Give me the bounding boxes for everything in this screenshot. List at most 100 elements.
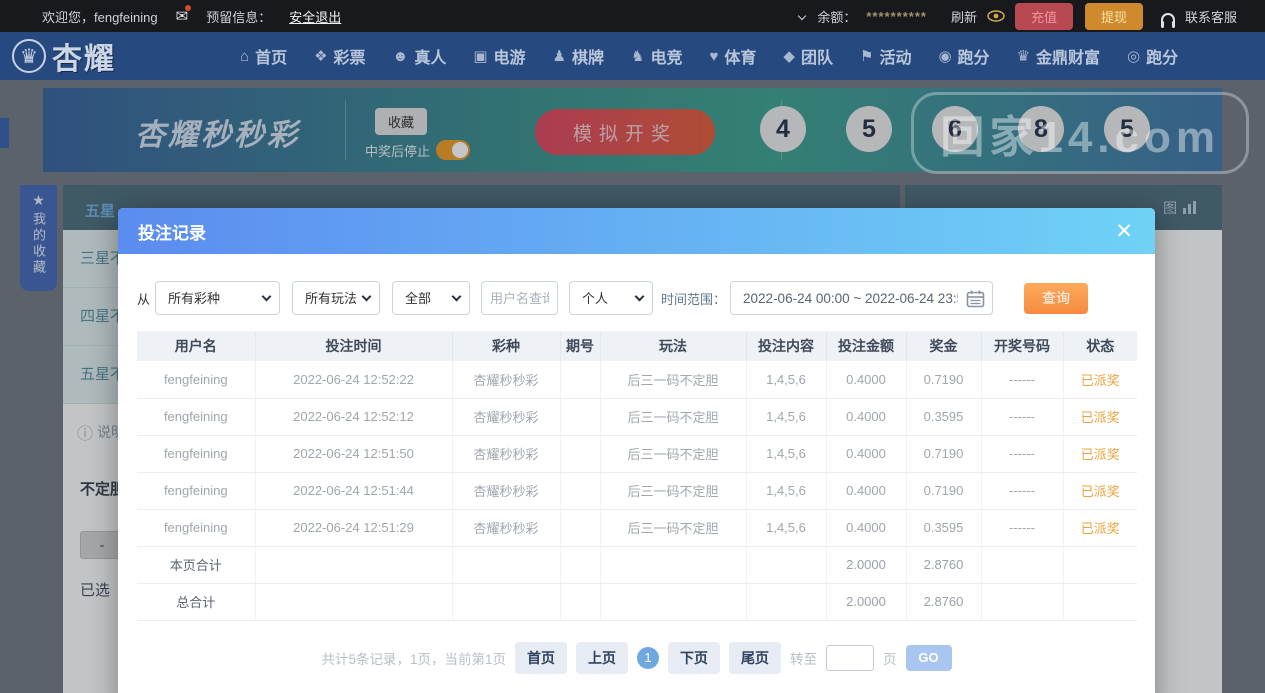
from-label: 从 bbox=[137, 291, 151, 307]
nav-item-label: 彩票 bbox=[333, 50, 366, 67]
table-cell: 杏耀秒秒彩 bbox=[452, 398, 561, 436]
chevron-down-icon[interactable] bbox=[798, 11, 807, 21]
column-header: 奖金 bbox=[906, 331, 982, 361]
lottery-icon: ❖ bbox=[314, 48, 328, 65]
table-cell: fengfeining bbox=[137, 435, 256, 473]
table-cell bbox=[560, 583, 601, 621]
table-cell: 1,4,5,6 bbox=[746, 361, 827, 399]
table-cell: 后三一码不定胆 bbox=[600, 509, 747, 547]
search-button[interactable]: 查询 bbox=[1024, 282, 1089, 314]
nav-menu: ⌂ 首页 ❖ 彩票 ☻ 真人 ▣ 电游 ♟ 棋牌 ♞ 电竞 ♥ 体育 ◆ 团队 ⚑ 活动 ◉ 跑分 ♛ 金鼎财富 ◎ 跑分 bbox=[240, 44, 1178, 68]
status-select[interactable]: 全部 bbox=[392, 281, 471, 315]
slots-icon: ▣ bbox=[473, 48, 488, 65]
prev-page-button[interactable]: 上页 bbox=[576, 641, 629, 674]
goto-label: 转至 bbox=[790, 651, 818, 667]
table-cell: 2.8760 bbox=[906, 583, 982, 621]
home-icon: ⌂ bbox=[240, 47, 250, 65]
table-cell: 0.3595 bbox=[906, 509, 982, 547]
eye-icon[interactable] bbox=[987, 10, 1005, 22]
table-cell bbox=[981, 546, 1064, 584]
column-header: 期号 bbox=[560, 331, 601, 361]
go-button[interactable]: GO bbox=[905, 644, 952, 671]
headset-icon bbox=[1160, 12, 1175, 28]
table-cell: 2022-06-24 12:51:50 bbox=[255, 435, 453, 473]
recharge-button[interactable]: 充值 bbox=[1014, 2, 1073, 30]
table-cell bbox=[560, 398, 601, 436]
table-cell bbox=[1063, 546, 1137, 584]
table-cell: fengfeining bbox=[137, 361, 256, 399]
brand-name: 杏耀 bbox=[52, 43, 116, 76]
refresh-link[interactable]: 刷新 bbox=[951, 7, 977, 26]
table-cell: ------ bbox=[981, 398, 1064, 436]
table-cell bbox=[746, 583, 827, 621]
nav-item-跑分[interactable]: ◎ 跑分 bbox=[1127, 44, 1178, 68]
nav-item-label: 首页 bbox=[255, 50, 288, 67]
table-cell: fengfeining bbox=[137, 398, 256, 436]
table-cell bbox=[560, 435, 601, 473]
nav-item-首页[interactable]: ⌂ 首页 bbox=[240, 44, 287, 68]
table-cell bbox=[452, 546, 561, 584]
table-cell: 杏耀秒秒彩 bbox=[452, 472, 561, 510]
nav-item-棋牌[interactable]: ♟ 棋牌 bbox=[553, 44, 604, 68]
contact-service-link[interactable]: 联系客服 bbox=[1185, 7, 1237, 26]
topbar: 欢迎您，fengfeining ✉ 预留信息： 安全退出 余额： *******… bbox=[0, 0, 1265, 32]
table-cell: 后三一码不定胆 bbox=[600, 472, 747, 510]
next-page-button[interactable]: 下页 bbox=[668, 641, 721, 674]
table-cell: 2022-06-24 12:51:29 bbox=[255, 509, 453, 547]
brand-logo[interactable]: ♛ 杏耀 bbox=[0, 34, 240, 78]
table-cell: 后三一码不定胆 bbox=[600, 361, 747, 399]
withdraw-button[interactable]: 提现 bbox=[1084, 2, 1143, 30]
nav-item-活动[interactable]: ⚑ 活动 bbox=[860, 44, 911, 68]
main-nav: ♛ 杏耀 ⌂ 首页 ❖ 彩票 ☻ 真人 ▣ 电游 ♟ 棋牌 ♞ 电竞 ♥ 体育 ◆ 团队 ⚑ 活动 ◉ 跑分 ♛ 金鼎财富… bbox=[0, 32, 1265, 80]
nav-item-label: 电游 bbox=[493, 50, 526, 67]
table-cell: 0.4000 bbox=[826, 472, 907, 510]
nav-item-电游[interactable]: ▣ 电游 bbox=[473, 44, 525, 68]
table-cell: 本页合计 bbox=[137, 546, 256, 584]
wealth-icon: ♛ bbox=[1016, 48, 1031, 65]
nav-item-label: 体育 bbox=[724, 50, 757, 67]
nav-item-label: 跑分 bbox=[1146, 50, 1179, 67]
logout-link[interactable]: 安全退出 bbox=[289, 7, 341, 26]
date-range-input[interactable] bbox=[730, 281, 994, 315]
play-type-select[interactable]: 所有玩法 bbox=[292, 281, 381, 315]
nav-item-金鼎财富[interactable]: ♛ 金鼎财富 bbox=[1017, 44, 1100, 68]
table-row: fengfeining 2022-06-24 12:51:50 杏耀秒秒彩 后三一码不… bbox=[137, 435, 1137, 473]
nav-item-彩票[interactable]: ❖ 彩票 bbox=[314, 44, 365, 68]
time-range-label: 时间范围： bbox=[661, 291, 727, 307]
table-cell: ------ bbox=[981, 361, 1064, 399]
table-cell: 1,4,5,6 bbox=[746, 435, 827, 473]
close-icon[interactable]: ✕ bbox=[1115, 219, 1133, 244]
envelope-icon[interactable]: ✉ bbox=[176, 5, 191, 25]
nav-item-团队[interactable]: ◆ 团队 bbox=[783, 44, 833, 68]
table-cell: 2.8760 bbox=[906, 546, 982, 584]
scope-select[interactable]: 个人 bbox=[569, 281, 654, 315]
table-cell: 杏耀秒秒彩 bbox=[452, 509, 561, 547]
column-header: 投注内容 bbox=[746, 331, 827, 361]
username-search-input[interactable] bbox=[481, 281, 559, 315]
nav-item-体育[interactable]: ♥ 体育 bbox=[710, 44, 757, 68]
table-cell bbox=[560, 546, 601, 584]
column-header: 玩法 bbox=[600, 331, 747, 361]
chess-cards-icon: ♟ bbox=[552, 48, 567, 65]
pagination-summary: 共计5条记录，1页，当前第1页 bbox=[321, 651, 507, 667]
table-cell: 0.4000 bbox=[826, 509, 907, 547]
table-cell: 0.4000 bbox=[826, 398, 907, 436]
filter-bar: 从 所有彩种 所有玩法 全部 个人 时间范围： bbox=[137, 281, 1137, 315]
last-page-button[interactable]: 尾页 bbox=[729, 641, 782, 674]
table-cell: 1,4,5,6 bbox=[746, 472, 827, 510]
nav-item-电竞[interactable]: ♞ 电竞 bbox=[631, 44, 682, 68]
first-page-button[interactable]: 首页 bbox=[515, 641, 568, 674]
goto-page-input[interactable] bbox=[826, 644, 875, 671]
table-cell: 后三一码不定胆 bbox=[600, 398, 747, 436]
nav-item-label: 团队 bbox=[800, 50, 833, 67]
nav-item-真人[interactable]: ☻ 真人 bbox=[393, 44, 447, 68]
nav-item-跑分[interactable]: ◉ 跑分 bbox=[938, 44, 989, 68]
crown-logo-icon: ♛ bbox=[12, 39, 46, 73]
table-cell: 0.7190 bbox=[906, 361, 982, 399]
lottery-type-select[interactable]: 所有彩种 bbox=[155, 281, 281, 315]
status-badge: 已派奖 bbox=[1063, 398, 1137, 436]
table-row: fengfeining 2022-06-24 12:52:12 杏耀秒秒彩 后三一码不… bbox=[137, 398, 1137, 436]
table-cell bbox=[560, 509, 601, 547]
table-cell: 0.7190 bbox=[906, 435, 982, 473]
balance-label: 余额： bbox=[817, 9, 857, 25]
